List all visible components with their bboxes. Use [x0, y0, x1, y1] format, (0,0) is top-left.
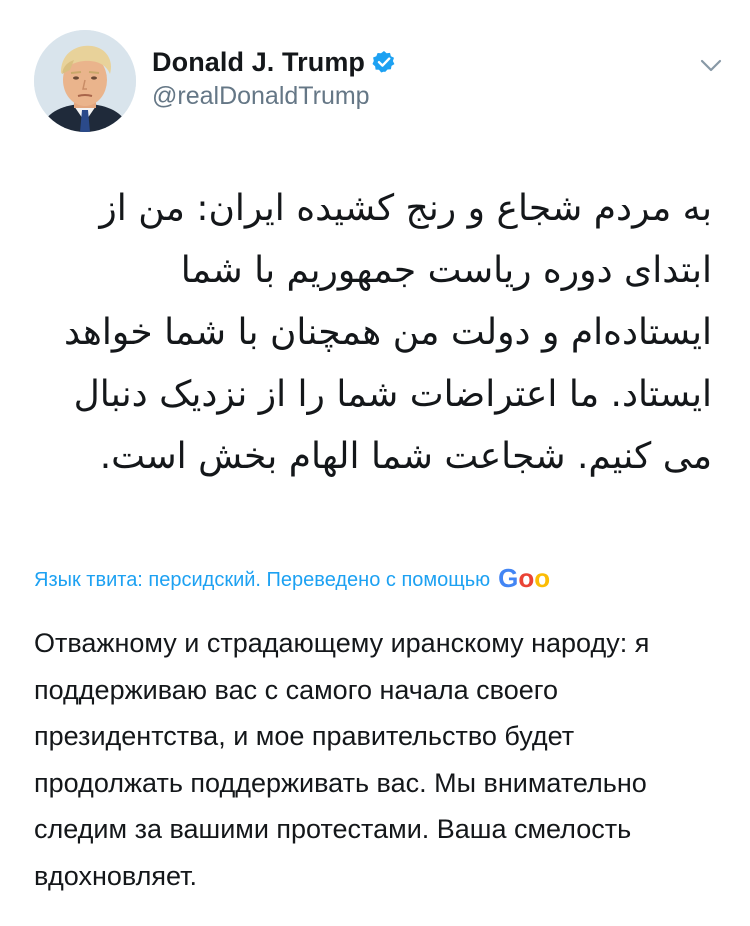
tweet-text: به مردم شجاع و رنج کشیده ایران: من از اب…: [63, 188, 712, 477]
author-names: Donald J. Trump @realDonaldTrump: [152, 44, 396, 111]
avatar[interactable]: [34, 30, 136, 132]
tweet-header: Donald J. Trump @realDonaldTrump: [34, 30, 724, 134]
google-logo: Goo: [498, 563, 551, 593]
handle[interactable]: @realDonaldTrump: [152, 82, 396, 111]
profile-photo-icon: [34, 30, 136, 132]
translation-notice-text[interactable]: Язык твита: персидский. Переведено с пом…: [34, 569, 490, 591]
display-name-row: Donald J. Trump: [152, 44, 396, 80]
chevron-down-icon[interactable]: [698, 52, 724, 78]
verified-badge-icon: [372, 50, 396, 74]
display-name[interactable]: Donald J. Trump: [152, 47, 365, 78]
translated-text: Отважному и страдающему иранскому народу…: [34, 628, 650, 891]
translation-notice[interactable]: Язык твита: персидский. Переведено с пом…: [34, 562, 750, 594]
